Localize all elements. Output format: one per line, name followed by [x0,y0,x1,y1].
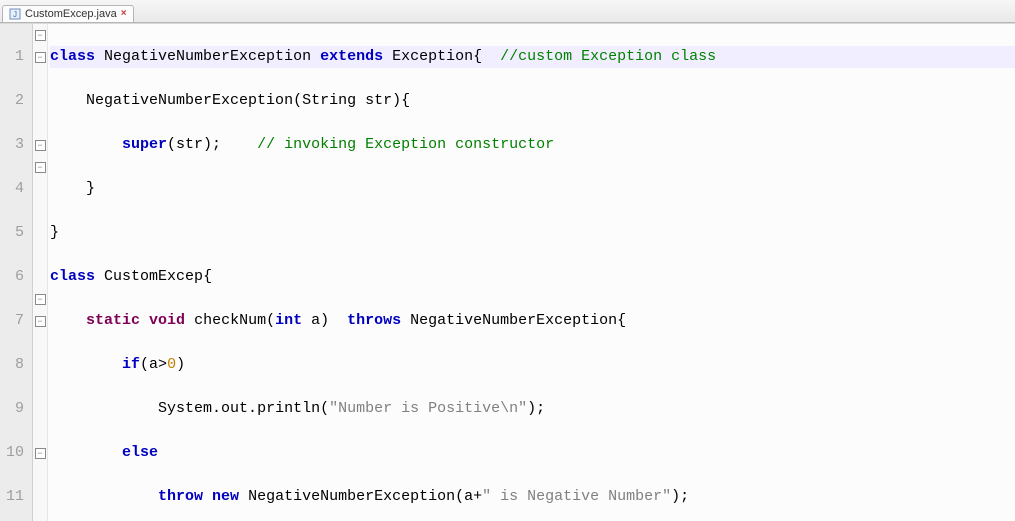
editor-area: 1 2 3 4 5 6 7 8 9 10 11 12 13 14 15 16 1… [0,23,1015,521]
fold-marker[interactable]: − [33,442,47,464]
line-number: 8 [6,354,24,376]
fold-marker[interactable]: − [33,134,47,156]
line-number-gutter: 1 2 3 4 5 6 7 8 9 10 11 12 13 14 15 16 1… [0,24,33,521]
code-editor[interactable]: class NegativeNumberException extends Ex… [48,24,1015,521]
close-icon[interactable]: × [121,9,127,19]
code-line: } [50,222,1015,244]
code-line: if(a>0) [50,354,1015,376]
code-line: static void checkNum(int a) throws Negat… [50,310,1015,332]
line-number: 7 [6,310,24,332]
tab-bar: J CustomExcep.java × [0,0,1015,23]
fold-marker[interactable]: − [33,156,47,178]
fold-column: − − − − − − − [33,24,48,521]
code-line: NegativeNumberException(String str){ [50,90,1015,112]
code-line: System.out.println("Number is Positive\n… [50,398,1015,420]
file-tab[interactable]: J CustomExcep.java × [2,5,134,22]
line-number: 2 [6,90,24,112]
code-line: super(str); // invoking Exception constr… [50,134,1015,156]
svg-text:J: J [13,10,17,19]
fold-marker[interactable]: − [33,46,47,68]
line-number: 3 [6,134,24,156]
line-number: 10 [6,442,24,464]
line-number: 11 [6,486,24,508]
fold-marker[interactable]: − [33,24,47,46]
code-line: throw new NegativeNumberException(a+" is… [50,486,1015,508]
line-number: 9 [6,398,24,420]
code-line: class CustomExcep{ [50,266,1015,288]
code-line: class NegativeNumberException extends Ex… [50,46,1015,68]
java-file-icon: J [9,8,21,20]
line-number: 4 [6,178,24,200]
fold-marker[interactable]: − [33,288,47,310]
code-line: } [50,178,1015,200]
line-number: 1 [6,46,24,68]
line-number: 6 [6,266,24,288]
code-line: else [50,442,1015,464]
fold-marker[interactable]: − [33,310,47,332]
tab-filename: CustomExcep.java [25,8,117,20]
line-number: 5 [6,222,24,244]
